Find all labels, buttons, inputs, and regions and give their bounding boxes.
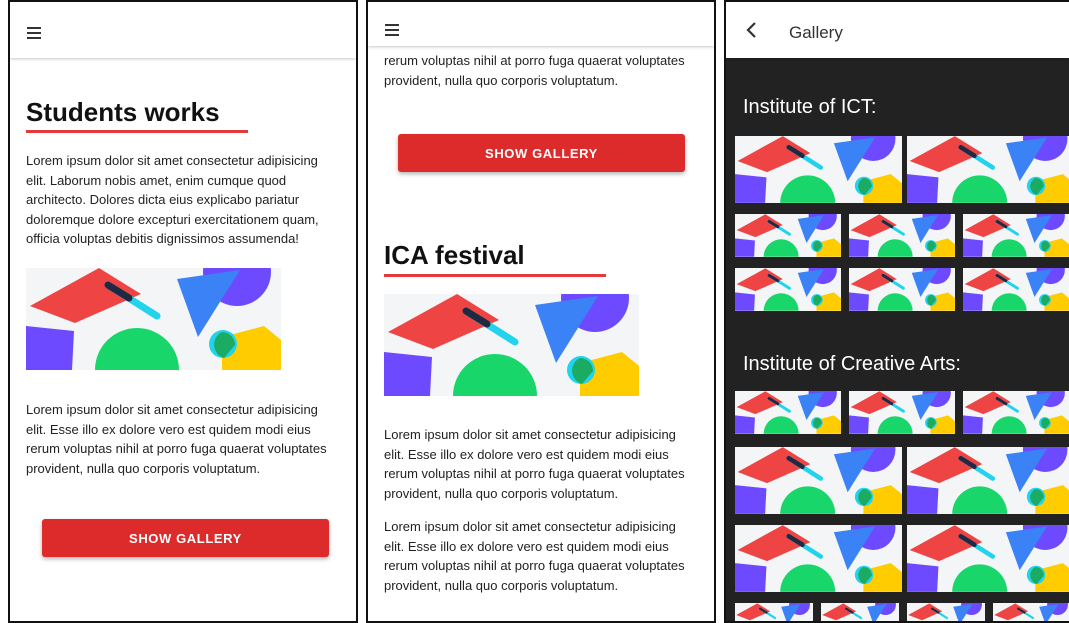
gallery-image[interactable] — [735, 447, 902, 514]
gallery-image[interactable] — [963, 268, 1069, 311]
gallery-screen: Gallery Institute of ICT: Institute of C… — [724, 0, 1069, 623]
section-title: ICA festival — [384, 240, 525, 270]
body-paragraph: Lorem ipsum dolor sit amet consectetur a… — [384, 427, 685, 501]
section-heading-ict: Institute of ICT: — [743, 96, 877, 118]
section-heading-creative-arts: Institute of Creative Arts: — [743, 353, 961, 375]
gallery-image[interactable] — [907, 136, 1069, 203]
body-paragraph-top: rerum voluptas nihil at porro fuga quaer… — [384, 53, 685, 88]
gallery-image[interactable] — [907, 603, 985, 623]
title-underline — [384, 274, 606, 277]
body-paragraph: Lorem ipsum dolor sit amet consectetur a… — [26, 402, 327, 476]
gallery-image[interactable] — [963, 391, 1069, 434]
gallery-image[interactable] — [849, 391, 955, 434]
top-app-bar: Gallery — [726, 2, 1069, 58]
gallery-image[interactable] — [735, 525, 902, 592]
gallery-image[interactable] — [735, 136, 902, 203]
gallery-image[interactable] — [993, 603, 1069, 623]
show-gallery-button[interactable]: SHOW GALLERY — [398, 134, 685, 172]
back-arrow-icon[interactable] — [740, 18, 764, 42]
gallery-image[interactable] — [735, 603, 813, 623]
gallery-image[interactable] — [849, 268, 955, 311]
gallery-image[interactable] — [907, 525, 1069, 592]
artwork-image — [26, 268, 281, 370]
show-gallery-button[interactable]: SHOW GALLERY — [42, 519, 329, 557]
menu-icon[interactable] — [385, 24, 399, 39]
page-title: Gallery — [789, 23, 843, 42]
gallery-image[interactable] — [849, 214, 955, 257]
gallery-image[interactable] — [735, 391, 841, 434]
ica-festival-screen: rerum voluptas nihil at porro fuga quaer… — [366, 0, 716, 623]
page-title: Students works — [26, 97, 220, 127]
intro-paragraph: Lorem ipsum dolor sit amet consectetur a… — [26, 153, 319, 246]
title-underline — [26, 130, 248, 133]
students-works-screen: Students works Lorem ipsum dolor sit ame… — [8, 0, 358, 623]
gallery-image[interactable] — [735, 214, 841, 257]
gallery-image[interactable] — [907, 447, 1069, 514]
gallery-image[interactable] — [735, 268, 841, 311]
top-app-bar — [10, 2, 356, 58]
top-app-bar — [368, 2, 714, 46]
body-paragraph: Lorem ipsum dolor sit amet consectetur a… — [384, 519, 685, 593]
artwork-image — [384, 294, 639, 396]
gallery-image[interactable] — [821, 603, 899, 623]
gallery-image[interactable] — [963, 214, 1069, 257]
menu-icon[interactable] — [27, 27, 41, 42]
